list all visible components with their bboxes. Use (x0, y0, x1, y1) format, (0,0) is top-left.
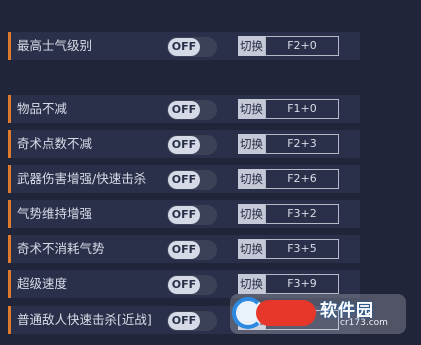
toggle-switch[interactable]: OFF (167, 311, 217, 331)
switch-label: 切换 (238, 36, 265, 56)
toggle-state: OFF (168, 276, 200, 294)
cheat-label: 最高士气级别 (17, 38, 93, 53)
switch-label: 切换 (238, 99, 265, 119)
cheat-label: 超级速度 (17, 276, 68, 291)
toggle-state: OFF (168, 136, 200, 154)
cheat-row-items-not-decrease: 物品不减 OFF 切换 F1+0 (8, 95, 360, 123)
switch-label: 切换 (238, 134, 265, 154)
switch-label: 切换 (238, 274, 265, 294)
cheat-label: 奇术点数不减 (17, 136, 93, 151)
watermark-domain: cr173.com (340, 318, 388, 328)
toggle-state: OFF (168, 241, 200, 259)
toggle-switch[interactable]: OFF (167, 170, 217, 190)
watermark-swoosh-icon (256, 300, 316, 326)
cheat-label: 奇术不消耗气势 (17, 241, 105, 256)
hotkey-field[interactable]: F3+5 (265, 239, 339, 259)
switch-label: 切换 (238, 204, 265, 224)
cheat-label: 普通敌人快速击杀[近战] (17, 312, 152, 327)
cheat-label: 气势维持增强 (17, 206, 93, 221)
hotkey-field[interactable]: F2+6 (265, 169, 339, 189)
toggle-state: OFF (168, 312, 200, 330)
cheat-row-momentum: 气势维持增强 OFF 切换 F3+2 (8, 200, 360, 228)
cheat-row-no-momentum-cost: 奇术不消耗气势 OFF 切换 F3+5 (8, 235, 360, 263)
toggle-state: OFF (168, 101, 200, 119)
cheat-label: 武器伤害增强/快速击杀 (17, 171, 147, 186)
toggle-switch[interactable]: OFF (167, 37, 217, 57)
toggle-state: OFF (168, 206, 200, 224)
hotkey-field[interactable]: F2+3 (265, 134, 339, 154)
toggle-switch[interactable]: OFF (167, 205, 217, 225)
cheat-row-max-morale: 最高士气级别 OFF 切换 F2+0 (8, 32, 360, 60)
hotkey-field[interactable]: F3+2 (265, 204, 339, 224)
hotkey-field[interactable]: F1+0 (265, 99, 339, 119)
toggle-switch[interactable]: OFF (167, 100, 217, 120)
toggle-state: OFF (168, 38, 200, 56)
switch-label: 切换 (238, 239, 265, 259)
toggle-switch[interactable]: OFF (167, 135, 217, 155)
cheat-row-skill-points: 奇术点数不减 OFF 切换 F2+3 (8, 130, 360, 158)
hotkey-field[interactable]: F3+9 (265, 274, 339, 294)
cheat-label: 物品不减 (17, 101, 68, 116)
watermark-logo: 软件园 cr173.com (230, 294, 406, 334)
toggle-switch[interactable]: OFF (167, 275, 217, 295)
toggle-state: OFF (168, 171, 200, 189)
hotkey-field[interactable]: F2+0 (265, 36, 339, 56)
switch-label: 切换 (238, 169, 265, 189)
cheat-row-weapon-damage: 武器伤害增强/快速击杀 OFF 切换 F2+6 (8, 165, 360, 193)
toggle-switch[interactable]: OFF (167, 240, 217, 260)
